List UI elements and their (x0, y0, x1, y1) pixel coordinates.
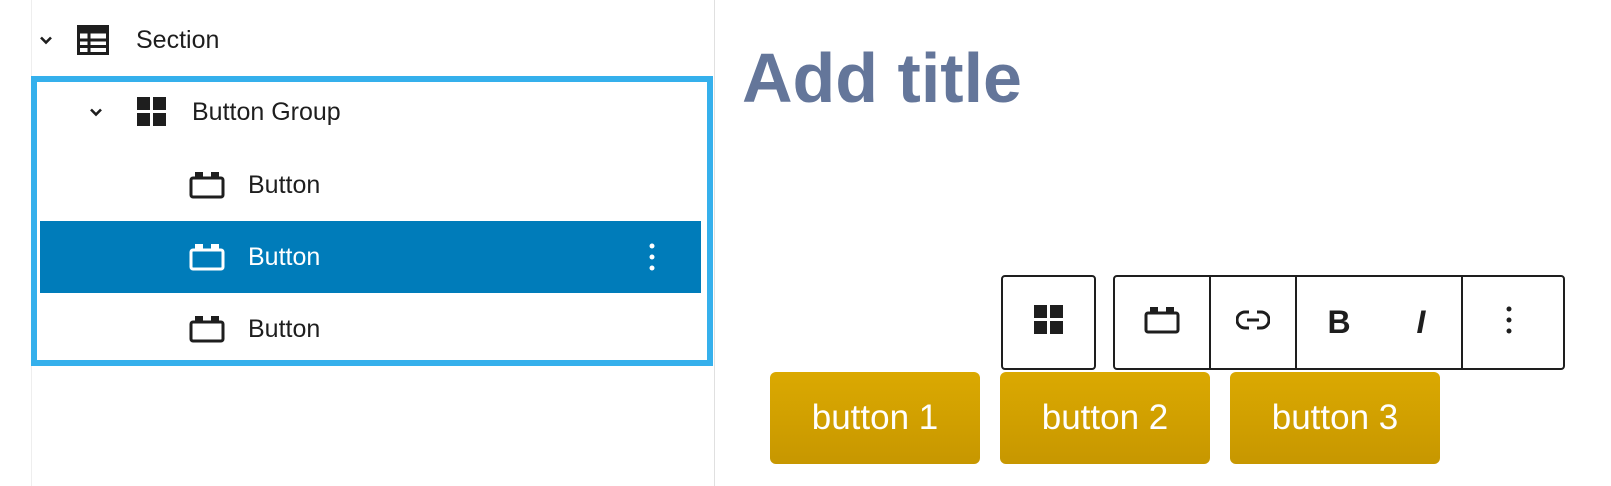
chevron-down-icon[interactable] (34, 28, 58, 52)
list-item-button-selected[interactable]: Button (40, 221, 701, 293)
button-icon (1144, 306, 1180, 339)
select-parent-button[interactable] (1001, 275, 1096, 370)
bold-label: B (1327, 304, 1351, 340)
link-button[interactable] (1211, 277, 1295, 368)
list-item-button-group[interactable]: Button Group (40, 76, 701, 148)
button-icon (188, 312, 226, 346)
italic-button[interactable]: I (1381, 277, 1461, 368)
button-label: Button (248, 314, 321, 343)
bold-button[interactable]: B (1297, 277, 1381, 368)
table-icon (76, 23, 110, 57)
button-icon (188, 168, 226, 202)
list-item-button[interactable]: Button (40, 149, 701, 221)
button-icon (188, 240, 226, 274)
canvas-button-1[interactable]: button 1 (770, 372, 980, 464)
panel-divider (714, 0, 715, 486)
chevron-down-icon[interactable] (84, 100, 108, 124)
list-item-button[interactable]: Button (40, 293, 701, 365)
canvas-button-3[interactable]: button 3 (1230, 372, 1440, 464)
list-item-section[interactable]: Section (34, 4, 695, 76)
link-icon (1235, 308, 1271, 337)
block-toolbar: B I (1113, 275, 1565, 370)
more-vertical-icon (1505, 304, 1513, 341)
grid-icon (136, 96, 168, 128)
italic-label: I (1416, 304, 1426, 340)
grid-icon (1033, 305, 1064, 340)
button-label: Button (248, 242, 321, 271)
button-label: Button (248, 170, 321, 199)
section-label: Section (136, 25, 220, 54)
canvas-button-2[interactable]: button 2 (1000, 372, 1210, 464)
options-button[interactable] (1463, 277, 1555, 368)
block-type-button[interactable] (1115, 277, 1209, 368)
button-group-label: Button Group (192, 97, 341, 126)
list-view-panel: Section Button Group Button Button Butto… (0, 0, 715, 486)
title-placeholder[interactable]: Add title (742, 38, 1022, 118)
more-vertical-icon[interactable] (640, 239, 664, 275)
